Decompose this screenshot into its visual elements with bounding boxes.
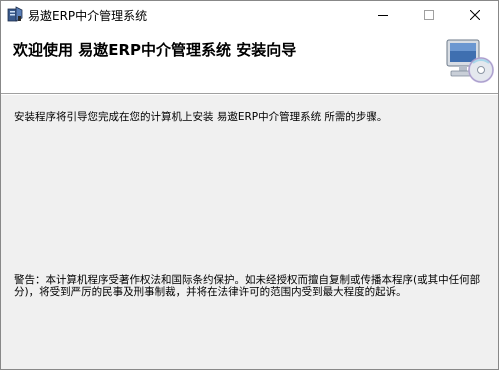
minimize-icon xyxy=(378,15,388,16)
installer-app-icon xyxy=(7,6,23,22)
close-button[interactable] xyxy=(452,1,498,29)
installer-window: 易遨ERP中介管理系统 欢迎使用 易遨ERP中介管理系统 安装向导 安装程序将引… xyxy=(0,0,499,370)
maximize-button[interactable] xyxy=(406,1,452,29)
title-bar[interactable]: 易遨ERP中介管理系统 xyxy=(1,1,498,29)
copyright-warning: 警告：本计算机程序受著作权法和国际条约保护。如未经授权而擅自复制或传播本程序(或… xyxy=(14,274,481,298)
minimize-button[interactable] xyxy=(360,1,406,29)
banner-divider-highlight xyxy=(1,94,498,95)
computer-cd-icon xyxy=(446,39,494,83)
wizard-banner: 欢迎使用 易遨ERP中介管理系统 安装向导 xyxy=(1,29,498,93)
maximize-icon xyxy=(424,10,434,20)
wizard-heading: 欢迎使用 易遨ERP中介管理系统 安装向导 xyxy=(13,41,297,59)
close-icon xyxy=(470,10,480,20)
window-title: 易遨ERP中介管理系统 xyxy=(28,9,148,23)
intro-text: 安装程序将引导您完成在您的计算机上安装 易遨ERP中介管理系统 所需的步骤。 xyxy=(14,111,388,123)
